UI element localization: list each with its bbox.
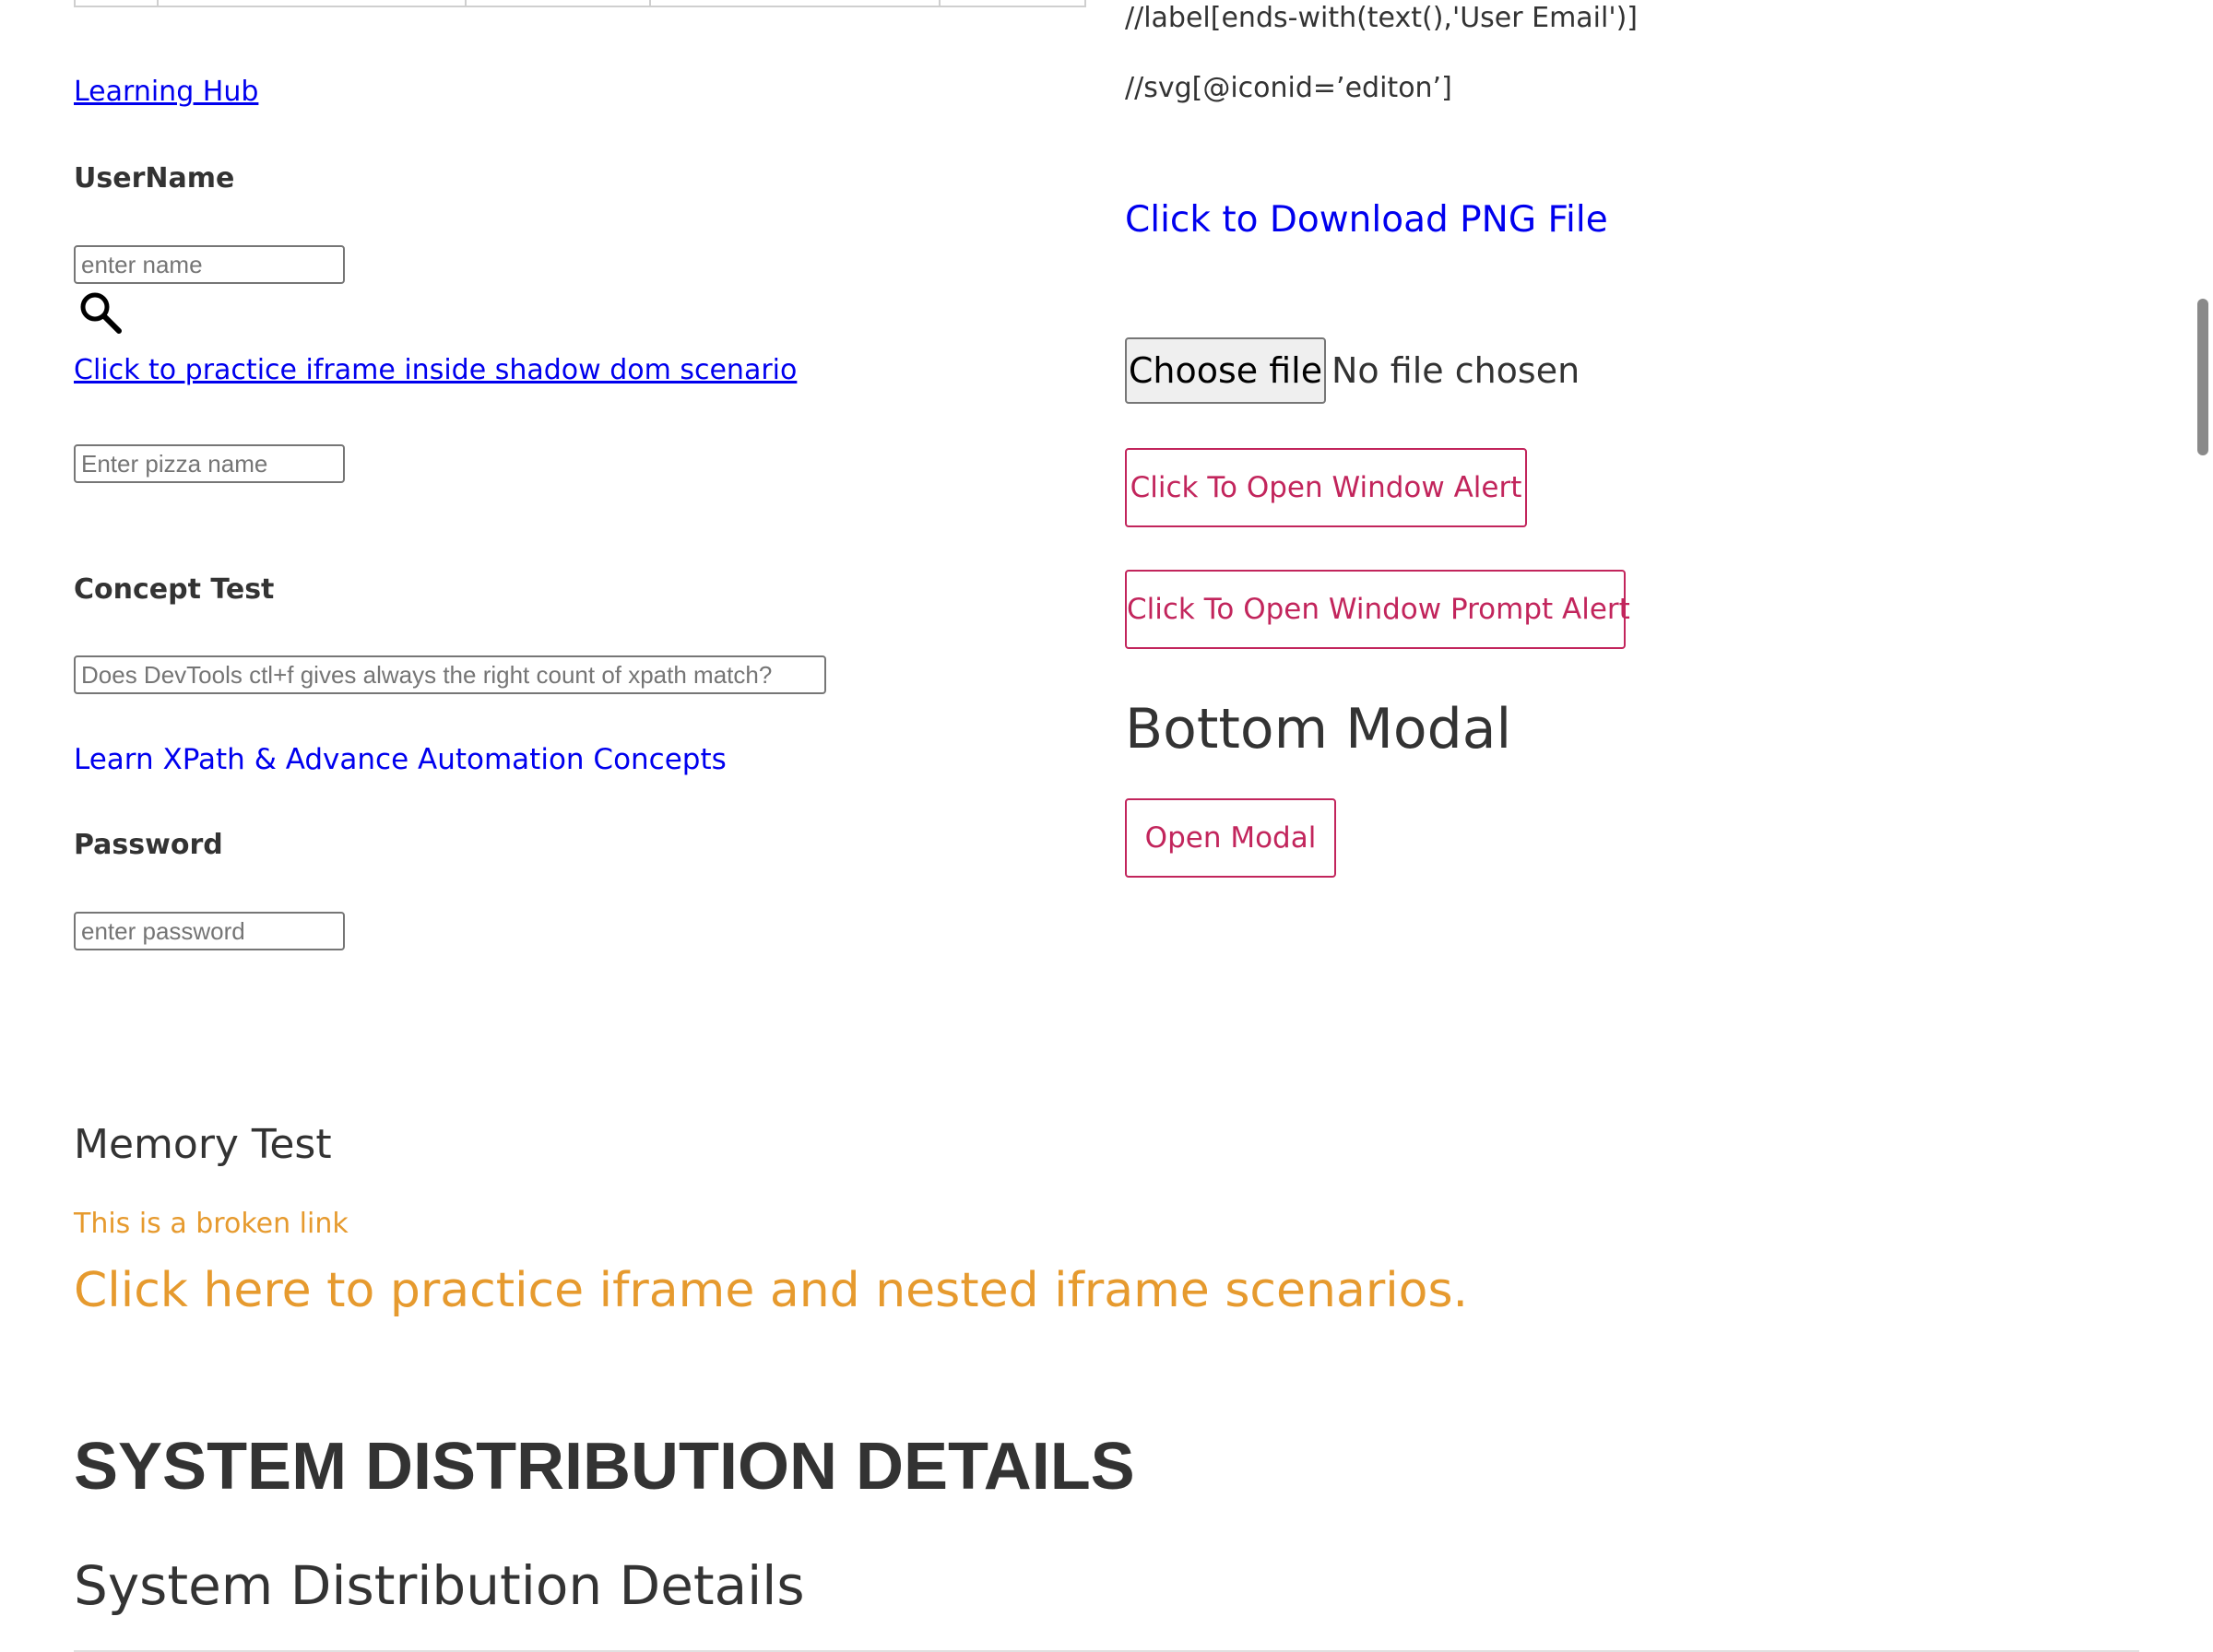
- pizza-name-input[interactable]: Enter pizza name: [74, 444, 345, 483]
- xpath-example-label: //label[ends-with(text(),'User Email')]: [1125, 2, 1638, 34]
- table-column-divider: [157, 0, 159, 6]
- no-file-chosen-text: No file chosen: [1331, 350, 1580, 391]
- open-modal-button[interactable]: Open Modal: [1125, 798, 1336, 878]
- concept-test-input[interactable]: Does DevTools ctl+f gives always the rig…: [74, 655, 826, 694]
- system-distribution-heading-upper: SYSTEM DISTRIBUTION DETAILS: [74, 1430, 1135, 1504]
- broken-link[interactable]: This is a broken link: [74, 1208, 349, 1240]
- username-input[interactable]: enter name: [74, 245, 345, 284]
- table-column-divider: [649, 0, 651, 6]
- choose-file-button[interactable]: Choose file: [1125, 337, 1326, 404]
- shadow-dom-iframe-link[interactable]: Click to practice iframe inside shadow d…: [74, 354, 797, 386]
- bottom-modal-heading: Bottom Modal: [1125, 697, 1512, 761]
- xpath-example-svg: //svg[@iconid=’editon’]: [1125, 72, 1452, 104]
- table-column-divider: [465, 0, 467, 6]
- window-alert-button[interactable]: Click To Open Window Alert: [1125, 448, 1527, 527]
- top-table-bottom-edge: [74, 0, 1086, 7]
- concept-test-label: Concept Test: [74, 573, 275, 606]
- download-png-link[interactable]: Click to Download PNG File: [1125, 199, 1608, 241]
- scrollbar-thumb[interactable]: [2197, 299, 2208, 455]
- password-input[interactable]: enter password: [74, 912, 345, 950]
- window-prompt-alert-button[interactable]: Click To Open Window Prompt Alert: [1125, 570, 1630, 649]
- table-column-divider: [939, 0, 941, 6]
- search-icon[interactable]: [77, 289, 124, 336]
- learn-xpath-link[interactable]: Learn XPath & Advance Automation Concept…: [74, 743, 727, 776]
- password-label: Password: [74, 829, 223, 861]
- learning-hub-link[interactable]: Learning Hub: [74, 76, 258, 108]
- system-distribution-heading: System Distribution Details: [74, 1554, 805, 1617]
- memory-test-heading: Memory Test: [74, 1121, 332, 1168]
- iframe-practice-link[interactable]: Click here to practice iframe and nested…: [74, 1263, 1468, 1318]
- username-label: UserName: [74, 162, 235, 195]
